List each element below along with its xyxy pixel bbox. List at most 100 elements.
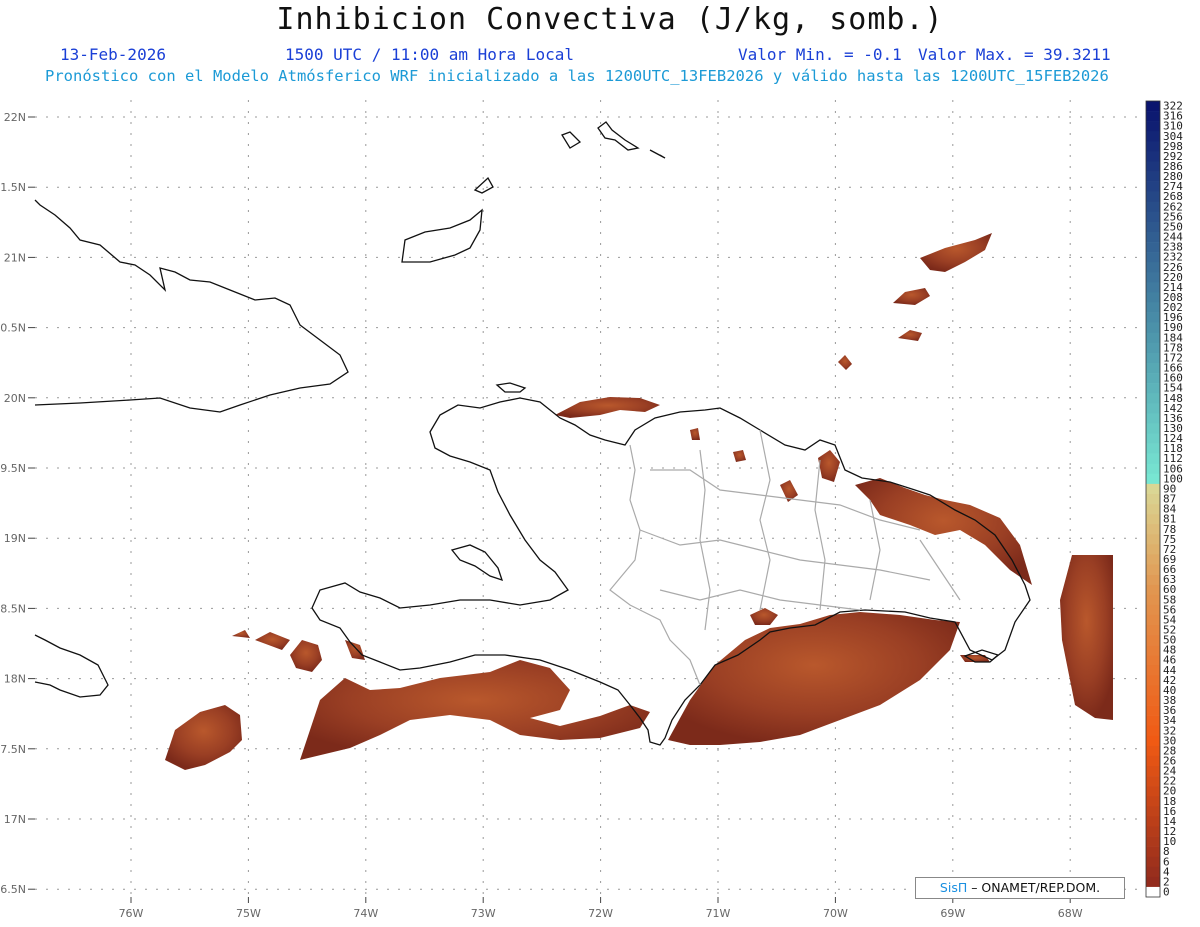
colorbar-swatch: [1146, 655, 1160, 666]
lat-label: 22N: [4, 111, 26, 124]
colorbar-swatch: [1146, 191, 1160, 203]
coast-cuba: [34, 199, 349, 413]
border-province-4: [759, 429, 771, 611]
coast-islet-b: [561, 131, 582, 149]
colorbar-swatch: [1146, 423, 1160, 434]
colorbar-swatch: [1146, 766, 1160, 777]
lat-label: 20N: [4, 392, 26, 405]
lat-label: 7.5N: [0, 743, 26, 756]
shade-dr-north: [555, 397, 660, 418]
shade-small-e: [750, 608, 778, 625]
lon-label: 76W: [119, 907, 144, 920]
colorbar-swatch: [1146, 524, 1160, 535]
colorbar-swatch: [1146, 564, 1160, 575]
colorbar-swatch: [1146, 393, 1160, 404]
lat-label: 9.5N: [0, 462, 26, 475]
colorbar-swatch: [1146, 282, 1160, 293]
border-province-6: [869, 499, 881, 601]
colorbar-swatch: [1146, 635, 1160, 646]
colorbar-swatch: [1146, 755, 1160, 767]
lon-label: 73W: [471, 907, 496, 920]
colorbar-swatch: [1146, 806, 1160, 817]
shade-small-f: [345, 640, 365, 660]
colorbar-swatch: [1146, 645, 1160, 656]
colorbar-swatch: [1146, 201, 1160, 213]
colorbar-swatch: [1146, 624, 1160, 636]
coast-inagua: [401, 208, 483, 263]
credit-box: SisΠ – ONAMET/REP.DOM.: [915, 877, 1125, 899]
colorbar-swatch: [1146, 463, 1160, 475]
colorbar-swatch: [1146, 121, 1160, 132]
shade-jamaica-area: [165, 705, 242, 770]
map-canvas: 22N 1.5N 21N 0.5N 20N 9.5N 19N 8.5N 18N 7.5N 17N 6.…: [0, 100, 1183, 920]
colorbar-swatch: [1146, 886, 1160, 898]
lon-label: 74W: [353, 907, 378, 920]
colorbar-swatch: [1146, 131, 1160, 142]
colorbar-swatch: [1146, 705, 1160, 716]
colorbar-swatch: [1146, 473, 1160, 485]
colorbar-swatch: [1146, 534, 1160, 545]
coast-islet-a: [473, 176, 494, 194]
lat-label: 19N: [4, 532, 26, 545]
colorbar-swatch: [1146, 262, 1160, 273]
shade-small-a: [818, 450, 840, 482]
colorbar-swatch: [1146, 322, 1160, 334]
shade-east-sea: [1060, 555, 1113, 720]
colorbar-swatch: [1146, 514, 1160, 525]
shade-islet-3: [898, 330, 922, 341]
shade-small-g: [690, 428, 700, 440]
colorbar-swatch: [1146, 735, 1160, 747]
colorbar-swatch: [1146, 493, 1160, 505]
colorbar-swatch: [1146, 594, 1160, 606]
credit-brand: SisΠ: [939, 880, 968, 895]
colorbar-swatch: [1146, 332, 1160, 344]
colorbar-swatch: [1146, 312, 1160, 323]
colorbar-swatch: [1146, 413, 1160, 424]
colorbar-swatch: [1146, 836, 1160, 847]
colorbar-swatch: [1146, 342, 1160, 354]
colorbar-swatch: [1146, 695, 1160, 706]
colorbar-swatch: [1146, 574, 1160, 585]
shade-south-dr: [668, 612, 960, 745]
colorbar-swatch: [1146, 141, 1160, 152]
colorbar-swatch: [1146, 826, 1160, 837]
shade-haiti-sw: [290, 640, 322, 672]
lat-label: 21N: [4, 251, 26, 264]
colorbar-swatch: [1146, 352, 1160, 364]
colorbar-swatch: [1146, 675, 1160, 686]
border-haiti-dr: [609, 444, 701, 686]
colorbar-swatch: [1146, 685, 1160, 696]
colorbar-swatch: [1146, 876, 1160, 888]
latitude-axis: 22N 1.5N 21N 0.5N 20N 9.5N 19N 8.5N 18N 7.5N 17N 6.…: [0, 111, 35, 896]
colorbar-swatch: [1146, 151, 1160, 162]
shade-small-d: [733, 450, 746, 462]
shade-islet-2: [893, 288, 930, 305]
colorbar-swatch: [1146, 816, 1160, 827]
border-province-8: [919, 539, 961, 601]
credit-text: – ONAMET/REP.DOM.: [967, 880, 1101, 895]
colorbar-swatch: [1146, 101, 1160, 112]
colorbar-swatch: [1146, 544, 1160, 555]
colorbar-swatch: [1146, 111, 1160, 122]
colorbar-label: 0: [1163, 885, 1170, 898]
shade-islet-1: [920, 233, 992, 272]
colorbar-swatch: [1146, 252, 1160, 263]
colorbar-swatch: [1146, 665, 1160, 676]
lon-label: 69W: [940, 907, 965, 920]
colorbar-swatch: [1146, 242, 1160, 253]
coast-tortuga: [495, 382, 527, 393]
border-province-5: [814, 459, 826, 611]
lat-label: 8.5N: [0, 602, 26, 615]
colorbar-swatch: [1146, 483, 1160, 495]
colorbar-swatch: [1146, 161, 1160, 172]
lat-label: 6.5N: [0, 883, 26, 896]
border-province-2: [639, 529, 931, 581]
colorbar-swatch: [1146, 745, 1160, 757]
colorbar: 3223163103042982922862802742682622562502…: [1145, 100, 1183, 898]
colorbar-swatch: [1146, 796, 1160, 807]
colorbar-swatch: [1146, 171, 1160, 182]
colorbar-swatch: [1146, 433, 1160, 444]
colorbar-swatch: [1146, 453, 1160, 465]
colorbar-swatch: [1146, 604, 1160, 616]
lat-label: 17N: [4, 813, 26, 826]
